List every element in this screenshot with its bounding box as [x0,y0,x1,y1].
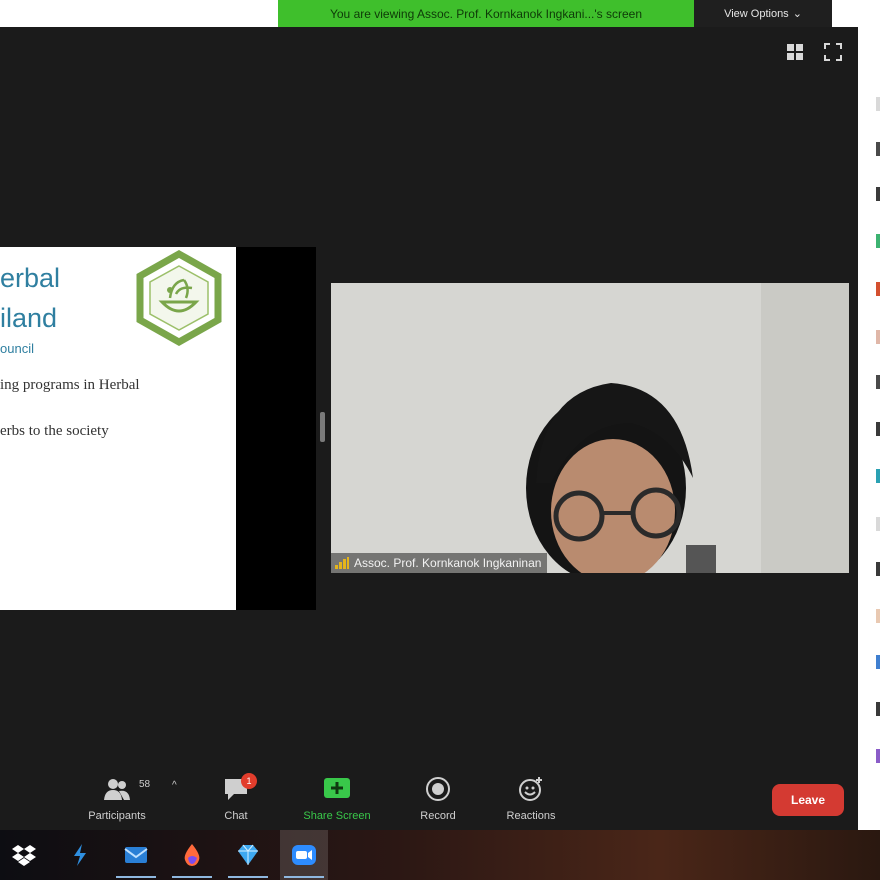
zoom-icon [292,845,316,865]
visual-studio-icon [74,844,86,866]
taskbar-active-indicator [116,876,156,878]
mail-icon [124,847,148,863]
taskbar-active-indicator [228,876,268,878]
reactions-icon [519,777,542,801]
slide-subtitle: ouncil [0,341,34,356]
reactions-label: Reactions [506,810,556,822]
panel-item-mark [876,142,880,156]
taskbar-app-mail[interactable] [112,830,160,880]
taskbar-active-indicator [172,876,212,878]
meeting-toolbar: Participants 58 ^ Chat Share Screen Reco… [0,770,858,830]
shared-screen-slide: erbal iland ouncil ing programs in Herba… [0,247,236,610]
slide-letterbox [236,247,316,610]
participants-label: Participants [88,810,146,822]
participants-side-panel [858,27,880,830]
screen: You are viewing Assoc. Prof. Kornkanok I… [0,0,880,880]
chat-label: Chat [224,810,248,822]
speaker-video-frame [331,283,849,573]
slide-body-line-1: ing programs in Herbal [0,377,140,393]
share-screen-button[interactable]: Share Screen [294,776,380,822]
panel-item-mark [876,749,880,763]
slide-title-line-2: iland [0,303,58,333]
view-options-button[interactable]: View Options ⌄ [694,0,832,27]
slide-body-line-2: erbs to the society [0,423,109,439]
panel-item-mark [876,330,880,344]
record-icon [426,777,450,801]
record-button[interactable]: Record [410,776,466,822]
panel-splitter-handle[interactable] [320,412,325,442]
share-screen-icon [324,778,350,798]
speaker-name: Assoc. Prof. Kornkanok Ingkaninan [354,556,542,570]
panel-item-mark [876,469,880,483]
panel-item-mark [876,655,880,669]
panel-item-mark [876,422,880,436]
panel-item-mark [876,517,880,531]
taskbar-app-visual-studio[interactable] [56,830,104,880]
panel-item-mark [876,97,880,111]
leave-meeting-button[interactable]: Leave [772,784,844,816]
grid-view-icon[interactable] [786,43,804,61]
reactions-button[interactable]: Reactions [496,776,566,822]
panel-item-mark [876,282,880,296]
panel-item-mark [876,187,880,201]
chat-unread-badge: 1 [241,773,257,789]
connection-signal-icon [335,557,349,569]
panel-item-mark [876,562,880,576]
slide-title-line-1: erbal [0,263,61,293]
paint-drop-icon [184,844,200,866]
chevron-down-icon: ⌄ [792,8,802,20]
participant-count: 58 [139,779,151,790]
screen-share-banner: You are viewing Assoc. Prof. Kornkanok I… [278,0,694,27]
windows-taskbar [0,830,880,880]
panel-item-mark [876,234,880,248]
herbal-council-logo [136,250,222,346]
panel-item-mark [876,375,880,389]
panel-item-mark [876,609,880,623]
view-options-label: View Options [724,7,789,20]
dropbox-icon [12,845,36,866]
speaker-name-tag: Assoc. Prof. Kornkanok Ingkaninan [331,553,548,573]
speaker-video [331,283,849,573]
fullscreen-icon[interactable] [824,43,842,61]
share-screen-label: Share Screen [303,810,371,822]
taskbar-active-indicator [284,876,324,878]
taskbar-app-gem[interactable] [224,830,272,880]
participants-menu-caret[interactable]: ^ [172,780,177,791]
taskbar-app-zoom[interactable] [280,830,328,880]
taskbar-app-dropbox[interactable] [0,830,48,880]
viewing-banner-text: You are viewing Assoc. Prof. Kornkanok I… [329,6,643,21]
gem-icon [238,844,258,865]
taskbar-app-paint[interactable] [168,830,216,880]
record-label: Record [420,810,456,822]
participants-icon [104,779,130,800]
panel-item-mark [876,702,880,716]
